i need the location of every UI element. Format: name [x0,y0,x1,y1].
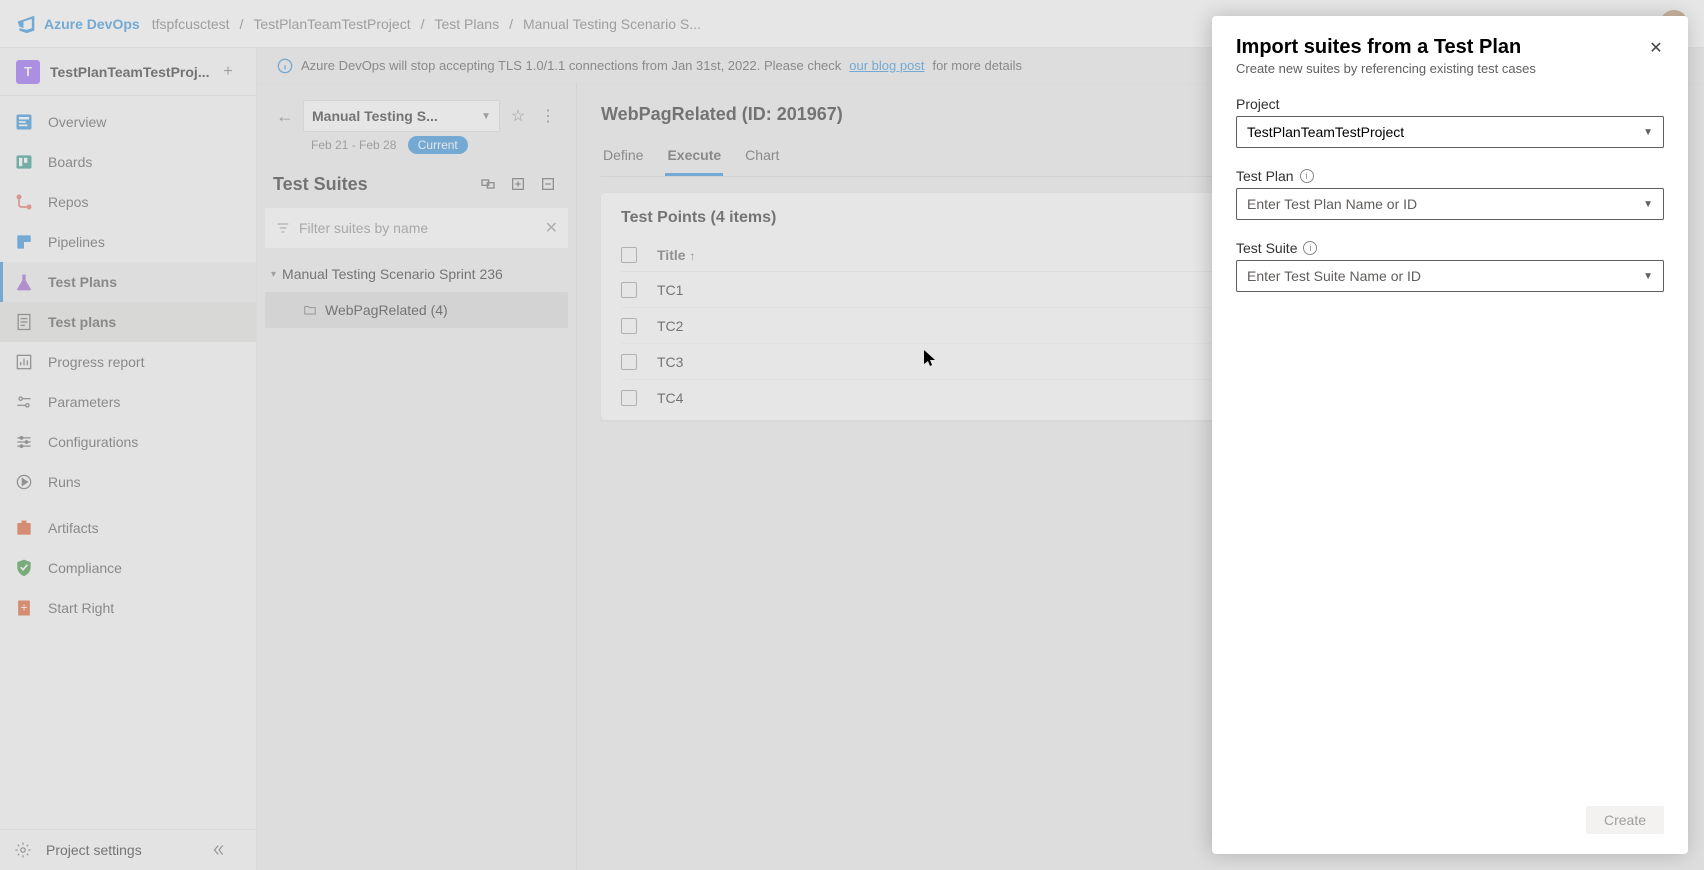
chevron-down-icon: ▼ [1643,127,1653,138]
project-select-value: TestPlanTeamTestProject [1247,124,1404,140]
panel-subtitle: Create new suites by referencing existin… [1236,61,1664,76]
testplan-placeholder: Enter Test Plan Name or ID [1247,196,1417,212]
close-panel-button[interactable]: ✕ [1644,36,1668,60]
testplan-field-label: Test Plan i [1236,168,1664,184]
project-field-label: Project [1236,96,1664,112]
testsuite-field-label: Test Suite i [1236,240,1664,256]
create-button[interactable]: Create [1586,806,1664,834]
chevron-down-icon: ▼ [1643,199,1653,210]
panel-title: Import suites from a Test Plan [1236,36,1664,59]
info-icon[interactable]: i [1303,241,1317,255]
testplan-select[interactable]: Enter Test Plan Name or ID ▼ [1236,188,1664,220]
chevron-down-icon: ▼ [1643,271,1653,282]
info-icon[interactable]: i [1300,169,1314,183]
testsuite-select[interactable]: Enter Test Suite Name or ID ▼ [1236,260,1664,292]
import-suites-panel: ✕ Import suites from a Test Plan Create … [1212,16,1688,854]
project-select[interactable]: TestPlanTeamTestProject ▼ [1236,116,1664,148]
testsuite-placeholder: Enter Test Suite Name or ID [1247,268,1421,284]
